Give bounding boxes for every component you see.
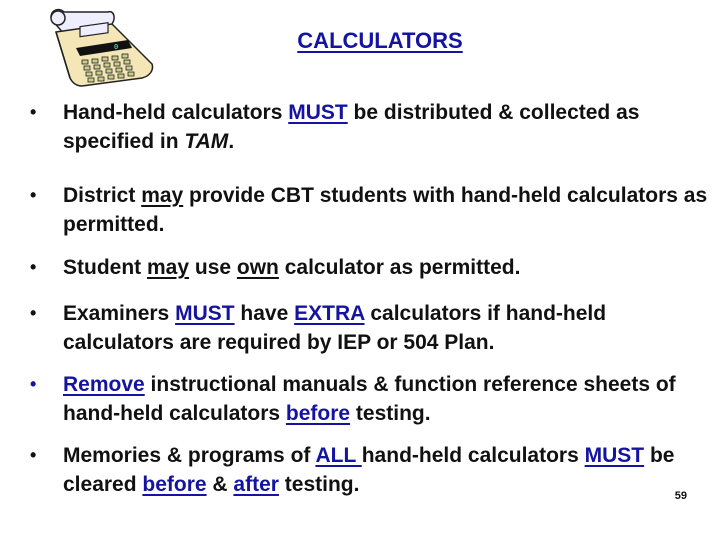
bullet-item: • Examiners MUST have EXTRA calculators … [30,299,710,357]
bullet-item: • Remove instructional manuals & functio… [30,370,710,428]
bullet-item: • District may provide CBT students with… [30,181,710,239]
emphasis-must: MUST [584,444,645,467]
bullet-marker: • [30,303,37,323]
bullet-text: use [189,256,237,279]
emphasis-extra: EXTRA [294,302,365,325]
bullet-text: calculator as permitted. [278,256,521,279]
emphasis-after: after [233,473,279,496]
bullet-marker: • [30,102,37,122]
bullet-text: hand-held calculators [361,444,585,467]
bullet-item: • Student may use own calculator as perm… [30,253,520,282]
emphasis-tam: TAM [184,130,229,153]
emphasis-must: MUST [288,101,348,124]
bullet-text: testing. [278,473,360,496]
bullet-text: testing. [350,402,431,425]
bullet-item: • Hand-held calculators MUST be distribu… [30,98,710,156]
bullet-text: Examiners [63,302,176,325]
bullet-marker: • [30,185,37,205]
bullet-marker: • [30,257,37,277]
emphasis-remove: Remove [63,373,145,396]
emphasis-all: ALL [315,444,362,467]
bullet-marker: • [30,374,37,394]
bullet-marker: • [30,445,37,465]
emphasis-before: before [142,473,207,496]
page-number: 59 [674,490,687,502]
bullet-text: Student [63,256,147,279]
bullet-text: . [228,130,235,153]
emphasis-before: before [285,402,351,425]
slide: 0 CALCULATORS • Hand-held calculators MU… [0,0,720,540]
emphasis-must: MUST [175,302,235,325]
emphasis-may: may [141,184,184,207]
bullet-text: Memories & programs of [63,444,316,467]
emphasis-may: may [147,256,190,279]
bullet-text: have [234,302,295,325]
bullet-text: District [63,184,142,207]
bullet-text: & [206,473,234,496]
bullet-text: Hand-held calculators [63,101,289,124]
emphasis-own: own [236,256,279,279]
bullet-item: • Memories & programs of ALL hand-held c… [30,441,710,499]
slide-title: CALCULATORS [297,28,463,53]
